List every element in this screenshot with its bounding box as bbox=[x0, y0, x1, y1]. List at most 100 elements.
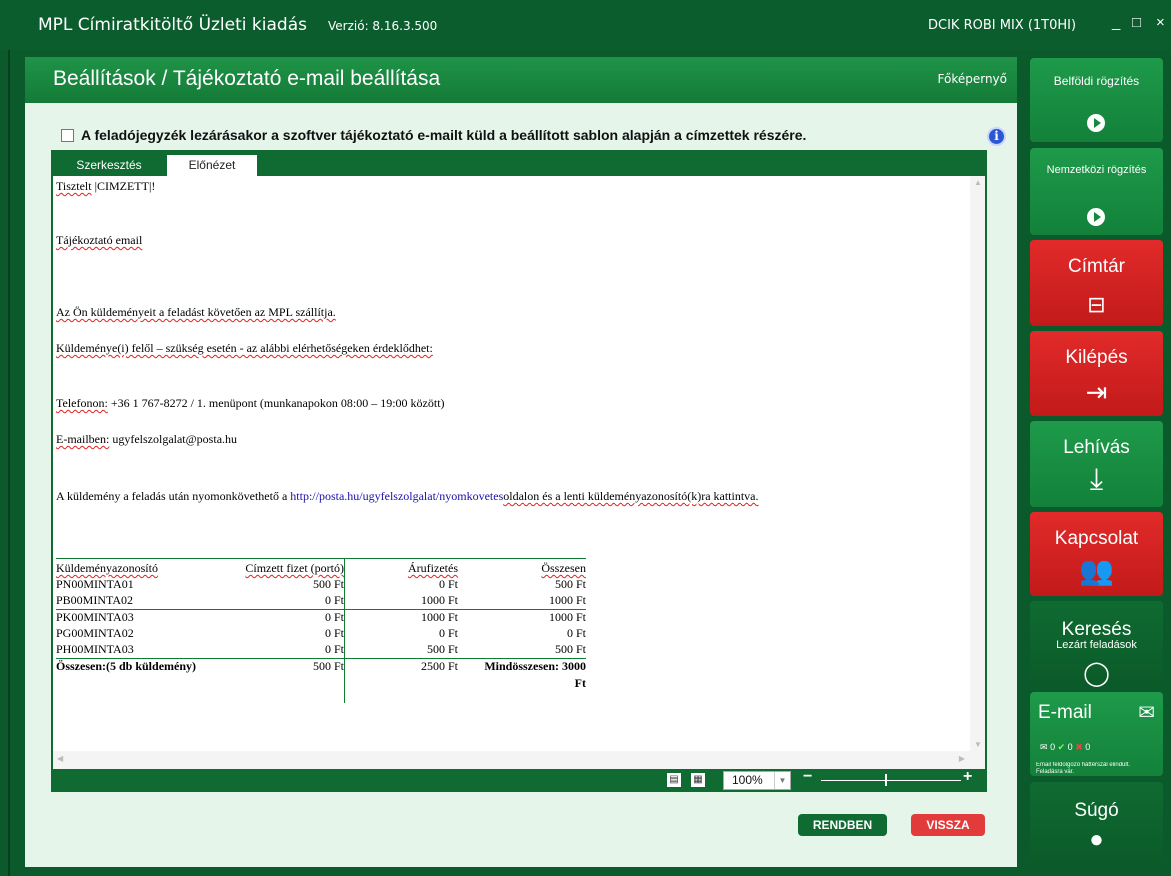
email-panel[interactable]: E-mail ✉ ✉ 0 ✔ 0 ✖ 0 Email feldolgozó há… bbox=[1030, 692, 1163, 776]
minimize-button[interactable]: _ bbox=[1112, 14, 1120, 31]
zoom-slider[interactable] bbox=[821, 780, 961, 781]
user-label: DCIK ROBI MIX (1T0HI) bbox=[928, 18, 1077, 33]
row-id: PH00MINTA03 bbox=[56, 642, 134, 656]
ok-button[interactable]: RENDBEN bbox=[798, 814, 887, 836]
page-view-icon[interactable]: ▤ bbox=[667, 773, 681, 787]
panel-header: Beállítások / Tájékoztató e-mail beállít… bbox=[25, 57, 1017, 103]
greeting-placeholder: |CIMZETT|! bbox=[91, 179, 156, 193]
table-row: PB00MINTA02 0 Ft 1000 Ft 1000 Ft bbox=[56, 593, 586, 609]
zoom-select[interactable]: 100% ▼ bbox=[723, 771, 791, 790]
row-porto: 0 Ft bbox=[324, 626, 344, 640]
title-bar: MPL Címiratkitöltő Üzleti kiadás Verzió:… bbox=[0, 0, 1171, 50]
tab-edit[interactable]: Szerkesztés bbox=[51, 155, 167, 176]
row-porto: 500 Ft bbox=[312, 577, 344, 591]
total-porto: 500 Ft bbox=[312, 659, 344, 673]
play-icon bbox=[1087, 208, 1105, 226]
people-icon: 👥 bbox=[1079, 555, 1114, 586]
error-count: 0 bbox=[1085, 742, 1091, 752]
table-rule bbox=[56, 558, 586, 559]
email-status-counts: ✉ 0 ✔ 0 ✖ 0 bbox=[1040, 742, 1090, 753]
international-entry-button[interactable]: Nemzetközi rögzítés bbox=[1030, 148, 1163, 235]
search-sub-label: Lezárt feladások bbox=[1056, 639, 1137, 651]
row-porto: 0 Ft bbox=[324, 610, 344, 624]
row-cod: 1000 Ft bbox=[420, 593, 458, 607]
search-icon: ◯ bbox=[1083, 660, 1110, 687]
grand-total-unit: Ft bbox=[574, 676, 586, 690]
zoom-value: 100% bbox=[732, 773, 763, 787]
contact-label: Kapcsolat bbox=[1054, 528, 1139, 549]
contact-button[interactable]: Kapcsolat 👥 bbox=[1030, 512, 1163, 596]
app-title: MPL Címiratkitöltő Üzleti kiadás bbox=[38, 15, 307, 35]
check-icon: ✔ bbox=[1057, 742, 1066, 752]
send-email-checkbox[interactable] bbox=[61, 129, 74, 142]
window-edge bbox=[8, 0, 10, 876]
row-porto: 0 Ft bbox=[324, 642, 344, 656]
send-email-option: A feladójegyzék lezárásakor a szoftver t… bbox=[61, 127, 1006, 147]
row-cod: 500 Ft bbox=[426, 642, 458, 656]
info-icon[interactable]: i bbox=[987, 127, 1006, 146]
tracking-text-post: oldalon és a lenti küldeményazonosító(k)… bbox=[503, 489, 759, 503]
greeting-word: Tisztelt bbox=[56, 179, 92, 193]
info-person-icon: ● bbox=[1089, 826, 1104, 853]
directory-button[interactable]: Címtár ⊟ bbox=[1030, 240, 1163, 326]
scroll-left-icon[interactable]: ◀ bbox=[57, 754, 63, 763]
print-view-icon[interactable]: ▦ bbox=[691, 773, 705, 787]
fetch-button[interactable]: Lehívás ⤓ bbox=[1030, 421, 1163, 507]
email-status-note: Email feldolgozó háttérszál elindult. Fe… bbox=[1036, 762, 1131, 775]
mail-icon: ✉ bbox=[1040, 742, 1048, 752]
grand-total: Mindösszesen: 3000 bbox=[484, 659, 586, 673]
row-total: 500 Ft bbox=[554, 642, 586, 656]
table-row: PH00MINTA03 0 Ft 500 Ft 500 Ft bbox=[56, 642, 586, 658]
domestic-entry-button[interactable]: Belföldi rögzítés bbox=[1030, 58, 1163, 142]
directory-label: Címtár bbox=[1068, 256, 1125, 277]
help-label: Súgó bbox=[1074, 800, 1119, 821]
cabinet-icon: ⊟ bbox=[1087, 292, 1106, 317]
phone-label: Telefonon: bbox=[56, 396, 108, 410]
close-button[interactable]: × bbox=[1156, 14, 1165, 31]
settings-panel: Beállítások / Tájékoztató e-mail beállít… bbox=[25, 57, 1017, 867]
help-button[interactable]: Súgó ● bbox=[1030, 782, 1163, 868]
maximize-button[interactable]: □ bbox=[1132, 14, 1141, 31]
header-id: Küldeményazonosító bbox=[56, 561, 158, 575]
tab-preview[interactable]: Előnézet bbox=[167, 155, 257, 176]
send-email-label[interactable]: A feladójegyzék lezárásakor a szoftver t… bbox=[81, 127, 806, 143]
table-row: PG00MINTA02 0 Ft 0 Ft 0 Ft bbox=[56, 626, 586, 642]
tracking-line: A küldemény a feladás után nyomonkövethe… bbox=[56, 489, 759, 504]
play-icon bbox=[1087, 114, 1105, 132]
tracking-text-pre: A küldemény a feladás után nyomonkövethe… bbox=[56, 489, 291, 503]
template-editor: Szerkesztés Előnézet Tisztelt |CIMZETT|!… bbox=[51, 150, 987, 792]
greeting-line: Tisztelt |CIMZETT|! bbox=[56, 179, 155, 194]
zoom-slider-handle[interactable] bbox=[885, 774, 887, 786]
table-row: PK00MINTA03 0 Ft 1000 Ft 1000 Ft bbox=[56, 610, 586, 626]
row-total: 500 Ft bbox=[554, 577, 586, 591]
preview-area[interactable]: Tisztelt |CIMZETT|! Tájékoztató email Az… bbox=[53, 176, 985, 769]
chevron-down-icon[interactable]: ▼ bbox=[774, 772, 790, 789]
domestic-entry-label: Belföldi rögzítés bbox=[1053, 74, 1140, 88]
scroll-right-icon[interactable]: ▶ bbox=[959, 754, 965, 763]
body-line-2: Küldeménye(i) felől – szükség esetén - a… bbox=[56, 341, 433, 355]
email-label: E-mailben: bbox=[56, 432, 110, 446]
phone-text: +36 1 767-8272 / 1. menüpont (munkanapok… bbox=[107, 396, 445, 410]
email-address: ugyfelszolgalat@posta.hu bbox=[109, 432, 238, 446]
zoom-out-button[interactable]: − bbox=[803, 768, 812, 786]
email-subject: Tájékoztató email bbox=[56, 233, 143, 247]
row-id: PG00MINTA02 bbox=[56, 626, 134, 640]
horizontal-scrollbar[interactable]: ◀ ▶ bbox=[53, 751, 985, 769]
scroll-up-icon[interactable]: ▲ bbox=[974, 178, 982, 187]
envelope-icon: ✉ bbox=[1138, 702, 1155, 724]
tracking-link[interactable]: http://posta.hu/ugyfelszolgalat/nyomkove… bbox=[290, 489, 503, 503]
back-button[interactable]: VISSZA bbox=[911, 814, 985, 836]
search-label: Keresés bbox=[1061, 619, 1132, 640]
zoom-in-button[interactable]: + bbox=[963, 768, 972, 786]
scroll-down-icon[interactable]: ▼ bbox=[974, 740, 982, 749]
row-id: PN00MINTA01 bbox=[56, 577, 134, 591]
exit-button[interactable]: Kilépés ⇥ bbox=[1030, 331, 1163, 416]
table-row: PN00MINTA01 500 Ft 0 Ft 500 Ft bbox=[56, 577, 586, 593]
row-total: 1000 Ft bbox=[548, 610, 586, 624]
row-id: PB00MINTA02 bbox=[56, 593, 134, 607]
exit-label: Kilépés bbox=[1065, 347, 1128, 368]
vertical-scrollbar[interactable]: ▲ ▼ bbox=[970, 176, 985, 751]
home-link[interactable]: Főképernyő bbox=[938, 72, 1008, 86]
search-button[interactable]: Keresés Lezárt feladások ◯ bbox=[1030, 601, 1163, 687]
header-cod: Árufizetés bbox=[408, 561, 458, 575]
